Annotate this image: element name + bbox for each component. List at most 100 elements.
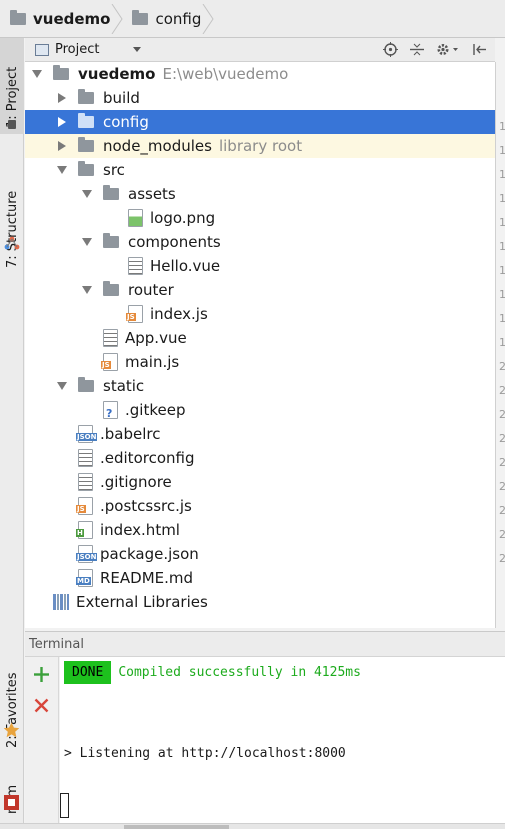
tree-item-src[interactable]: src xyxy=(25,158,495,182)
gutter-line-number: 1 xyxy=(499,120,505,133)
tree-item-static[interactable]: static xyxy=(25,374,495,398)
tree-root-path: E:\web\vuedemo xyxy=(162,65,289,83)
tree-item-index-js[interactable]: JS index.js xyxy=(25,302,495,326)
tree-item-router[interactable]: router xyxy=(25,278,495,302)
tree-item-config-selected[interactable]: config xyxy=(25,110,495,134)
tree-item-build[interactable]: build xyxy=(25,86,495,110)
npm-icon xyxy=(4,795,19,810)
text-file-icon xyxy=(103,329,118,347)
chevron-right-icon[interactable] xyxy=(56,93,68,103)
terminal-cursor xyxy=(60,793,69,818)
folder-icon xyxy=(103,185,119,200)
project-view-selector[interactable]: Project xyxy=(55,42,99,57)
compiled-message: Compiled successfully in 4125ms xyxy=(118,664,361,680)
gutter-line-number: 2 xyxy=(499,456,505,469)
chevron-down-icon[interactable] xyxy=(81,190,93,198)
tab-structure[interactable]: 7: Structure xyxy=(0,148,24,268)
tab-structure-label: 7: Structure xyxy=(4,190,20,268)
tree-item-babelrc[interactable]: JSON .babelrc xyxy=(25,422,495,446)
chevron-down-icon[interactable] xyxy=(56,166,68,174)
folder-icon xyxy=(132,9,149,25)
gutter-line-number: 1 xyxy=(499,144,505,157)
tree-item-index-html[interactable]: Hindex.html xyxy=(25,518,495,542)
tree-item-label: config xyxy=(103,113,149,131)
chevron-down-icon[interactable] xyxy=(81,286,93,294)
tree-item-gitkeep[interactable]: ? .gitkeep xyxy=(25,398,495,422)
tree-item-postcssrc-js[interactable]: JS .postcssrc.js xyxy=(25,494,495,518)
tree-item-label: index.html xyxy=(100,521,180,539)
tree-item-gitignore[interactable]: .gitignore xyxy=(25,470,495,494)
gutter-line-number: 2 xyxy=(499,408,505,421)
tree-root-label: vuedemo xyxy=(78,65,156,83)
tree-item-logo-png[interactable]: logo.png xyxy=(25,206,495,230)
tree-item-components[interactable]: components xyxy=(25,230,495,254)
horizontal-scrollbar[interactable] xyxy=(0,823,505,829)
gutter-line-number: 2 xyxy=(499,384,505,397)
folder-icon xyxy=(78,89,94,104)
editor-gutter: 1 1 1 1 1 1 1 1 1 1 2 2 2 2 2 2 2 2 2 xyxy=(495,62,505,628)
gutter-line-number: 2 xyxy=(499,528,505,541)
gutter-line-number: 1 xyxy=(499,336,505,349)
tree-item-label: Hello.vue xyxy=(150,257,221,275)
tree-item-label: package.json xyxy=(100,545,199,563)
terminal-header: Terminal xyxy=(25,631,505,657)
chevron-right-icon[interactable] xyxy=(56,141,68,151)
tree-item-main-js[interactable]: JS main.js xyxy=(25,350,495,374)
gutter-line-number: 2 xyxy=(499,480,505,493)
gutter-line-number: 1 xyxy=(499,264,505,277)
chevron-separator-icon xyxy=(202,3,214,34)
navigation-bar: vuedemo config xyxy=(0,0,505,38)
gutter-line-number: 1 xyxy=(499,240,505,253)
chevron-right-icon[interactable] xyxy=(56,117,68,127)
tree-item-readme-md[interactable]: MD README.md xyxy=(25,566,495,590)
tree-item-node-modules[interactable]: node_modules library root xyxy=(25,134,495,158)
js-file-icon: JS xyxy=(101,353,118,371)
breadcrumb-project[interactable]: vuedemo xyxy=(0,0,124,38)
tree-item-label: main.js xyxy=(125,353,180,371)
tree-item-hello-vue[interactable]: Hello.vue xyxy=(25,254,495,278)
folder-icon xyxy=(78,113,94,128)
tree-item-app-vue[interactable]: App.vue xyxy=(25,326,495,350)
breadcrumb-config[interactable]: config xyxy=(118,0,214,38)
structure-icon xyxy=(4,236,20,250)
text-file-icon xyxy=(78,449,93,467)
folder-icon xyxy=(10,9,26,25)
breadcrumb-project-label: vuedemo xyxy=(33,9,111,28)
terminal-toolbar xyxy=(25,657,59,823)
library-root-hint: library root xyxy=(218,137,303,155)
gutter-line-number: 2 xyxy=(499,504,505,517)
gutter-line-number: 1 xyxy=(499,168,505,181)
html-file-icon: H xyxy=(76,521,93,539)
tree-item-external-libraries[interactable]: External Libraries xyxy=(25,590,495,614)
gutter-line-number: 1 xyxy=(499,216,505,229)
project-toolbar: Project xyxy=(25,38,495,62)
terminal-output[interactable]: DONE Compiled successfully in 4125ms > L… xyxy=(60,657,505,823)
gutter-line-number: 2 xyxy=(499,432,505,445)
locate-icon[interactable] xyxy=(383,42,398,57)
tree-item-assets[interactable]: assets xyxy=(25,182,495,206)
tree-item-label: src xyxy=(103,161,125,179)
folder-icon xyxy=(103,281,119,296)
tree-item-package-json[interactable]: JSON package.json xyxy=(25,542,495,566)
gutter-line-number: 2 xyxy=(499,552,505,565)
chevron-down-icon[interactable] xyxy=(133,47,142,52)
chevron-down-icon[interactable] xyxy=(81,238,93,246)
chevron-down-icon[interactable] xyxy=(31,70,43,78)
tree-root[interactable]: vuedemo E:\web\vuedemo xyxy=(25,62,495,86)
tree-item-label: App.vue xyxy=(125,329,187,347)
folder-icon xyxy=(78,377,94,392)
add-icon[interactable] xyxy=(33,666,50,683)
tree-item-editorconfig[interactable]: .editorconfig xyxy=(25,446,495,470)
tree-item-label: components xyxy=(128,233,221,251)
chevron-down-icon[interactable] xyxy=(56,382,68,390)
text-file-icon xyxy=(128,257,143,275)
hide-icon[interactable] xyxy=(472,42,487,57)
tree-item-label: index.js xyxy=(150,305,208,323)
gutter-line-number: 1 xyxy=(499,192,505,205)
project-view-icon xyxy=(35,43,49,56)
settings-icon[interactable] xyxy=(436,42,460,57)
tree-item-label: node_modules xyxy=(103,137,212,155)
json-file-icon: JSON xyxy=(76,545,98,563)
close-icon[interactable] xyxy=(34,698,49,713)
collapse-all-icon[interactable] xyxy=(410,42,424,57)
